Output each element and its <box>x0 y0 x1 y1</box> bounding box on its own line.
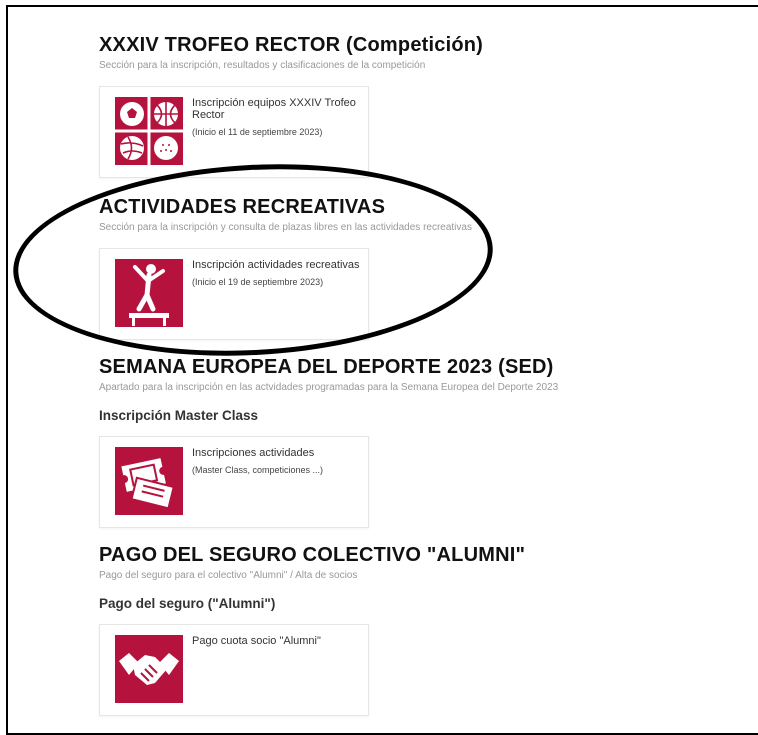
card-inscripcion-equipos[interactable]: Inscripción equipos XXXIV Trofeo Rector … <box>99 86 369 178</box>
section-trofeo-rector: XXXIV TROFEO RECTOR (Competición) Secció… <box>99 34 483 71</box>
section-semana-europea: SEMANA EUROPEA DEL DEPORTE 2023 (SED) Ap… <box>99 356 558 423</box>
section-subtitle: Sección para la inscripción, resultados … <box>99 60 426 71</box>
card-title: Inscripciones actividades <box>192 447 315 459</box>
section-title: ACTIVIDADES RECREATIVAS <box>99 196 386 218</box>
sports-balls-icon <box>115 97 183 165</box>
section-pago-seguro: PAGO DEL SEGURO COLECTIVO "ALUMNI" Pago … <box>99 544 525 611</box>
section-subtitle: Sección para la inscripción y consulta d… <box>99 222 472 233</box>
card-title: Inscripción actividades recreativas <box>192 259 360 271</box>
card-inscripcion-actividades[interactable]: Inscripción actividades recreativas (Ini… <box>99 248 369 340</box>
section-subheading: Inscripción Master Class <box>99 408 259 423</box>
section-actividades-recreativas: ACTIVIDADES RECREATIVAS Sección para la … <box>99 196 472 233</box>
section-title: PAGO DEL SEGURO COLECTIVO "ALUMNI" <box>99 544 526 566</box>
card-inscripciones-master-class[interactable]: Inscripciones actividades (Master Class,… <box>99 436 369 528</box>
handshake-icon <box>115 635 183 703</box>
section-subtitle: Pago del seguro para el colectivo "Alumn… <box>99 570 358 581</box>
card-pago-cuota-socio[interactable]: Pago cuota socio "Alumni" <box>99 624 369 716</box>
section-title: XXXIV TROFEO RECTOR (Competición) <box>99 34 484 56</box>
section-subheading: Pago del seguro ("Alumni") <box>99 596 276 611</box>
section-title: SEMANA EUROPEA DEL DEPORTE 2023 (SED) <box>99 356 554 378</box>
card-date: (Inicio el 11 de septiembre 2023) <box>192 127 323 137</box>
section-subtitle: Apartado para la inscripción en las actv… <box>99 382 559 393</box>
gymnast-icon <box>115 259 183 327</box>
card-date: (Inicio el 19 de septiembre 2023) <box>192 277 324 287</box>
card-title: Inscripción equipos XXXIV Trofeo Rector <box>192 97 356 121</box>
card-date: (Master Class, competiciones ...) <box>192 465 324 475</box>
card-title: Pago cuota socio "Alumni" <box>192 635 321 647</box>
tickets-icon <box>115 447 183 515</box>
